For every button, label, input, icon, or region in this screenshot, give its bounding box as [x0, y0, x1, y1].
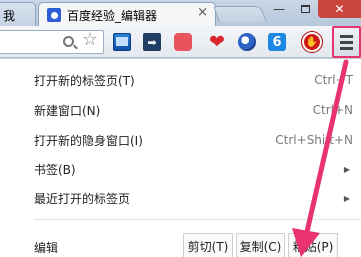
- minimize-button[interactable]: —: [266, 0, 292, 18]
- menu-item-recent-tabs[interactable]: 最近打开的标签页 ▶: [0, 185, 361, 211]
- menu-item-label: 书签(B): [34, 162, 76, 177]
- tab-strip: 我 百度经验_编辑器 × — ✕: [0, 0, 361, 26]
- cut-button[interactable]: 剪切(T): [183, 233, 233, 257]
- menu-item-new-tab[interactable]: 打开新的标签页(T) Ctrl+T: [0, 67, 361, 93]
- menu-item-shortcut: Ctrl+Shift+N: [275, 133, 353, 147]
- hamburger-icon: [340, 34, 353, 38]
- baidu-paw-icon: [47, 8, 61, 22]
- chrome-menu-button[interactable]: [332, 26, 361, 58]
- close-window-button[interactable]: ✕: [318, 0, 361, 18]
- chrome-menu: 打开新的标签页(T) Ctrl+T 新建窗口(N) Ctrl+N 打开新的隐身窗…: [0, 58, 361, 257]
- bookmark-star-icon[interactable]: ☆: [80, 30, 100, 50]
- tab-previous[interactable]: 我: [0, 2, 36, 26]
- maximize-icon: [300, 5, 310, 13]
- heart-extension-icon[interactable]: ❤: [207, 32, 227, 52]
- submenu-arrow-icon: ▶: [343, 164, 350, 174]
- menu-item-label: 最近打开的标签页: [34, 191, 131, 206]
- tab-close-icon[interactable]: ×: [197, 5, 208, 20]
- browser-toolbar: ☆ ➡ ❤ 6 ✋: [0, 26, 361, 58]
- menu-item-label: 新建窗口(N): [34, 103, 101, 118]
- copy-button[interactable]: 复制(C): [236, 233, 285, 257]
- menu-item-shortcut: Ctrl+N: [312, 103, 353, 117]
- menu-item-bookmarks[interactable]: 书签(B) ▶: [0, 156, 361, 182]
- menu-item-new-window[interactable]: 新建窗口(N) Ctrl+N: [0, 97, 361, 123]
- menu-item-shortcut: Ctrl+T: [314, 73, 353, 87]
- maximize-button[interactable]: [292, 0, 318, 18]
- menu-item-label: 打开新的标签页(T): [34, 73, 135, 88]
- tab-active[interactable]: 百度经验_编辑器 ×: [38, 2, 216, 26]
- menu-edit-row: 编辑 剪切(T) 复制(C) 粘贴(P): [0, 233, 361, 257]
- menu-item-label: 打开新的隐身窗口(I): [34, 133, 143, 148]
- tab-title: 百度经验_编辑器: [67, 9, 158, 23]
- menu-edit-label: 编辑: [34, 241, 59, 255]
- menu-item-incognito-window[interactable]: 打开新的隐身窗口(I) Ctrl+Shift+N: [0, 127, 361, 153]
- zoom-icon[interactable]: [60, 33, 76, 49]
- stop-hand-extension-icon[interactable]: ✋: [302, 32, 322, 52]
- new-tab-button[interactable]: [213, 6, 267, 22]
- menu-separator: [34, 219, 361, 220]
- paste-button[interactable]: 粘贴(P): [288, 233, 338, 257]
- tab-title: 我: [3, 9, 16, 23]
- pin-extension-icon[interactable]: [173, 32, 193, 52]
- shield-extension-icon[interactable]: 6: [267, 32, 287, 52]
- forward-arrow-extension-icon[interactable]: ➡: [142, 32, 162, 52]
- submenu-arrow-icon: ▶: [343, 193, 350, 203]
- globe-extension-icon[interactable]: [237, 32, 257, 52]
- screen-capture-extension-icon[interactable]: [112, 32, 132, 52]
